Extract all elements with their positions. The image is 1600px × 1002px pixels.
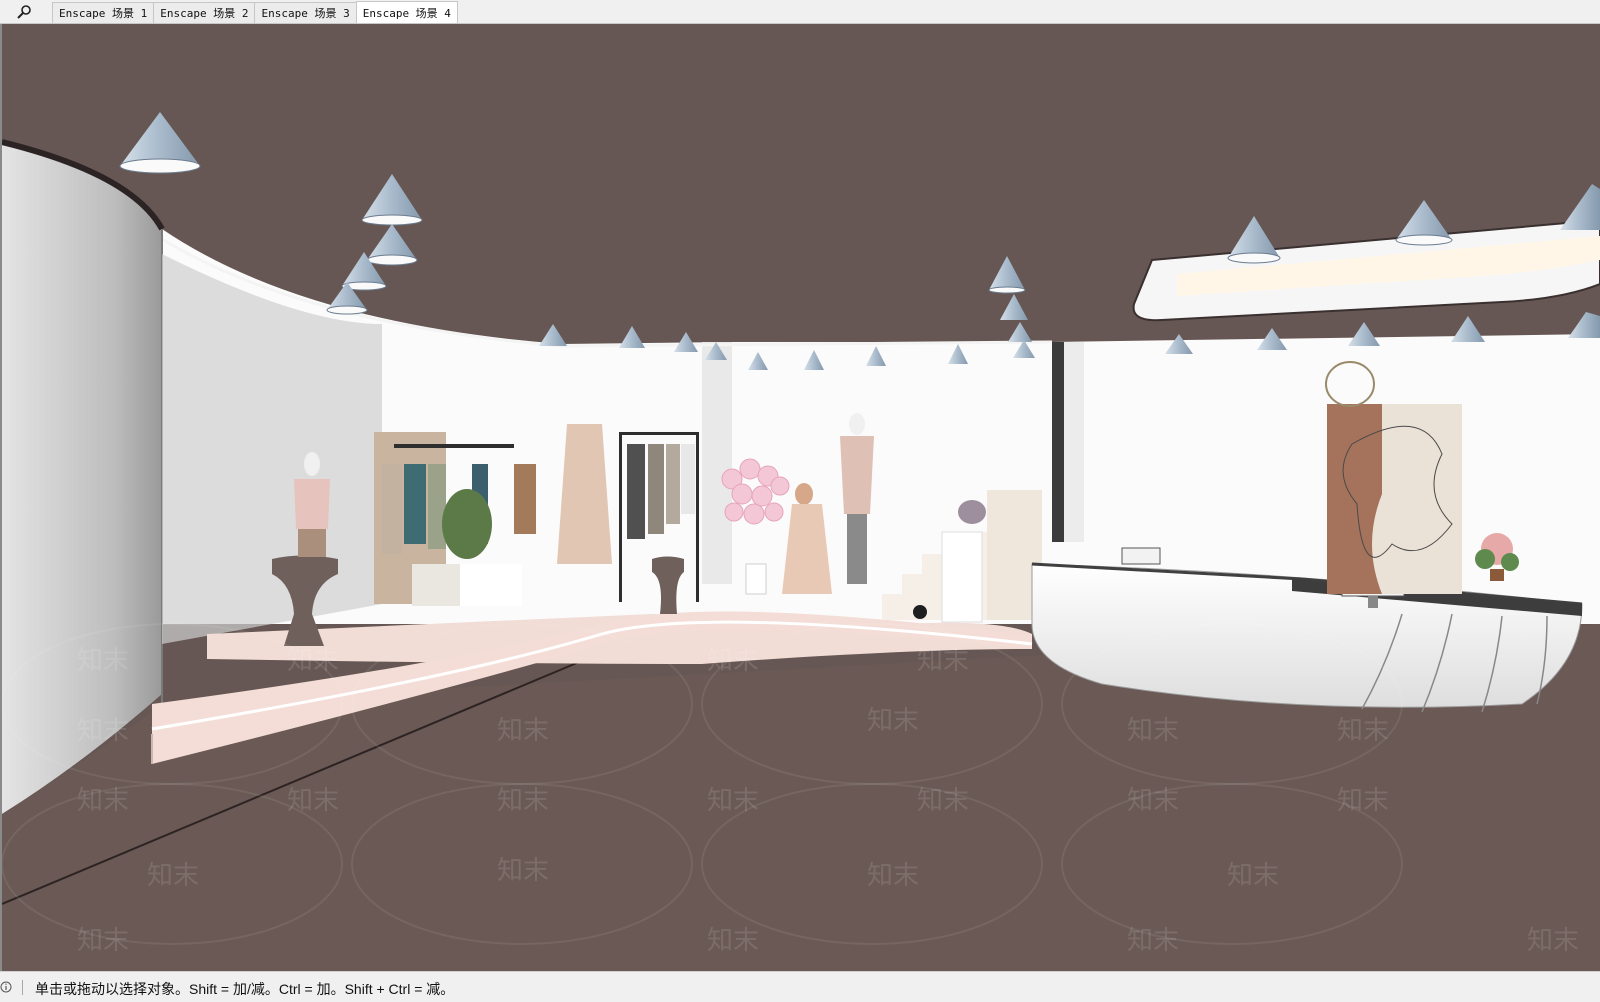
search-icon [17,5,31,19]
status-divider [22,980,23,995]
svg-text:知末: 知末 [287,646,339,676]
svg-text:知末: 知末 [287,786,339,816]
status-bar: 单击或拖动以选择对象。Shift = 加/减。Ctrl = 加。Shift + … [0,971,1600,1002]
svg-text:知末: 知末 [1227,861,1279,891]
svg-text:知末: 知末 [147,861,199,891]
status-info-button[interactable] [0,981,12,993]
3d-viewport[interactable]: 知末 知末 知末 知末 知末 知末 知末 知末 知末 知末 知末 知末 知末 知… [0,24,1600,971]
svg-text:知末: 知末 [1127,786,1179,816]
search-button[interactable] [14,3,34,21]
svg-text:知末: 知末 [1337,786,1389,816]
svg-text:知末: 知末 [707,646,759,676]
svg-text:知末: 知末 [497,716,549,746]
svg-text:知末: 知末 [497,786,549,816]
tab-enscape-scene-3[interactable]: Enscape 场景 3 [254,2,357,23]
svg-text:知末: 知末 [867,861,919,891]
svg-text:知末: 知末 [497,856,549,886]
scene-tab-bar: Enscape 场景 1 Enscape 场景 2 Enscape 场景 3 E… [0,0,1600,24]
tab-enscape-scene-4[interactable]: Enscape 场景 4 [355,1,458,23]
svg-text:知末: 知末 [1527,926,1579,956]
svg-text:知末: 知末 [1127,716,1179,746]
svg-text:知末: 知末 [917,646,969,676]
tab-enscape-scene-1[interactable]: Enscape 场景 1 [52,2,155,23]
status-message: 单击或拖动以选择对象。Shift = 加/减。Ctrl = 加。Shift + … [35,981,455,997]
info-icon [0,981,12,993]
scene-render: 知末 知末 知末 知末 知末 知末 知末 知末 知末 知末 知末 知末 知末 知… [2,24,1600,971]
svg-text:知末: 知末 [77,646,129,676]
svg-text:知末: 知末 [77,716,129,746]
svg-text:知末: 知末 [707,926,759,956]
scene-tabs: Enscape 场景 1 Enscape 场景 2 Enscape 场景 3 E… [52,1,458,24]
svg-text:知末: 知末 [867,706,919,736]
svg-text:知末: 知末 [707,786,759,816]
tab-enscape-scene-2[interactable]: Enscape 场景 2 [153,2,256,23]
